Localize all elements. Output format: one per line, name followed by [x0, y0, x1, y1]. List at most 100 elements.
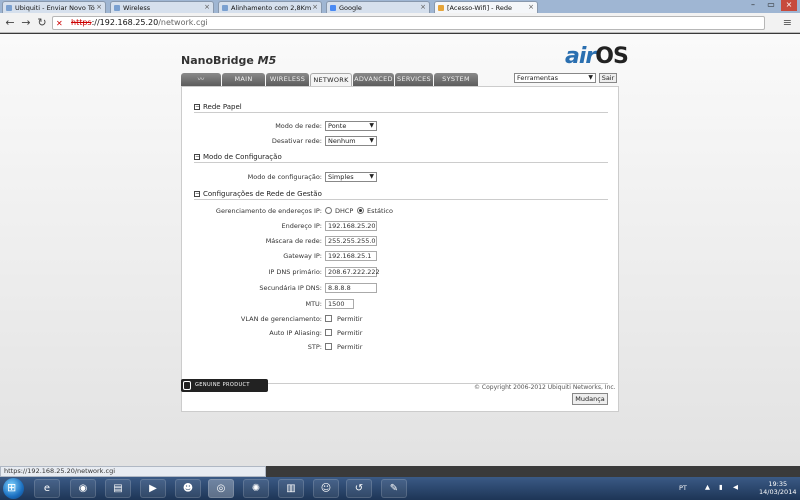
chevron-down-icon: ▼ — [369, 122, 374, 129]
start-button[interactable]: ⊞ — [3, 478, 24, 499]
tab-system[interactable]: SYSTEM — [434, 73, 478, 86]
volume-icon[interactable]: ◀ — [733, 483, 738, 491]
primary-dns-input[interactable]: 208.67.222.222 — [325, 267, 380, 277]
stp-checkbox[interactable] — [325, 343, 332, 350]
static-label: Estático — [367, 207, 393, 215]
browser-tab-ubiquiti[interactable]: Ubiquiti - Enviar Novo Tó × — [2, 1, 106, 13]
wrench-menu-icon[interactable]: ≡ — [783, 16, 792, 29]
browser-tab-strip: Ubiquiti - Enviar Novo Tó × Wireless × A… — [0, 0, 800, 13]
section-management-network[interactable]: − Configurações de Rede de Gestão — [194, 190, 322, 198]
taskbar-photo-icon[interactable]: ☺ — [313, 479, 339, 498]
taskbar-app-icon[interactable]: ☻ — [175, 479, 201, 498]
divider — [194, 199, 608, 200]
disable-network-value: Nenhum — [328, 137, 356, 145]
ip-address-input[interactable]: 192.168.25.20 — [325, 221, 377, 231]
auto-ip-aliasing-checkbox[interactable] — [325, 329, 332, 336]
tab-ubiquiti-logo[interactable]: 〰 — [181, 73, 221, 86]
disable-network-select[interactable]: Nenhum ▼ — [325, 136, 377, 146]
device-model: M5 — [257, 54, 277, 67]
close-window-icon[interactable]: × — [781, 0, 797, 11]
collapse-icon[interactable]: − — [194, 191, 200, 197]
divider — [194, 162, 608, 163]
close-tab-icon[interactable]: × — [420, 3, 426, 11]
vlan-permit-label: Permitir — [337, 315, 363, 323]
close-tab-icon[interactable]: × — [96, 3, 102, 11]
tab-advanced[interactable]: ADVANCED — [353, 73, 394, 86]
gateway-input[interactable]: 192.168.25.1 — [325, 251, 377, 261]
browser-tab-google[interactable]: Google × — [326, 1, 430, 13]
secondary-dns-input[interactable]: 8.8.8.8 — [325, 283, 377, 293]
section-network-role[interactable]: − Rede Papel — [194, 103, 242, 111]
tools-select-value: Ferramentas — [517, 74, 558, 82]
logout-button[interactable]: Sair — [599, 73, 617, 83]
close-tab-icon[interactable]: × — [312, 3, 318, 11]
taskbar-sync-icon[interactable]: ↺ — [346, 479, 372, 498]
collapse-icon[interactable]: − — [194, 104, 200, 110]
network-settings-panel: − Rede Papel Modo de rede: Ponte ▼ Desativ… — [181, 86, 619, 412]
section-title: Rede Papel — [203, 103, 242, 111]
taskbar-ie-icon[interactable]: e — [34, 479, 60, 498]
netmask-input[interactable]: 255.255.255.0 — [325, 236, 377, 246]
device-name: NanoBridge — [181, 54, 254, 67]
ip-address-label: Endereço IP: — [281, 222, 322, 230]
page-favicon-icon — [6, 5, 12, 11]
taskbar-tool-icon[interactable]: ✎ — [381, 479, 407, 498]
network-mode-value: Ponte — [328, 122, 347, 130]
taskbar-chrome-icon[interactable]: ◎ — [208, 479, 234, 498]
vlan-management-label: VLAN de gerenciamento: — [240, 315, 322, 323]
maximize-icon[interactable]: ▭ — [763, 0, 779, 11]
ip-management-label: Gerenciamento de endereços IP: — [215, 207, 322, 215]
close-tab-icon[interactable]: × — [204, 3, 210, 11]
chevron-down-icon: ▼ — [369, 137, 374, 144]
close-tab-icon[interactable]: × — [528, 3, 534, 11]
static-radio[interactable] — [357, 207, 364, 214]
apply-change-button[interactable]: Mudança — [572, 393, 608, 405]
ubiquiti-logo-icon: 〰 — [197, 75, 205, 83]
device-brand: NanoBridge M5 — [181, 54, 276, 67]
browser-tab-rede[interactable]: [Acesso-Wifi] - Rede × — [434, 1, 538, 13]
clock[interactable]: 19:35 14/03/2014 — [759, 480, 796, 496]
taskbar-firefox-icon[interactable]: ✺ — [243, 479, 269, 498]
logo-air: air — [565, 44, 596, 69]
logo-os: OS — [595, 44, 629, 69]
tools-select[interactable]: Ferramentas ▼ — [514, 73, 596, 83]
secondary-dns-label: Secundária IP DNS: — [259, 284, 322, 292]
tab-network[interactable]: NETWORK — [310, 73, 352, 86]
collapse-icon[interactable]: − — [194, 154, 200, 160]
config-mode-select[interactable]: Simples ▼ — [325, 172, 377, 182]
page-content: NanoBridge M5 airOS 〰 MAIN WIRELESS NETW… — [0, 34, 800, 466]
reload-icon[interactable]: ↻ — [36, 16, 48, 29]
taskbar-player-icon[interactable]: ▶ — [140, 479, 166, 498]
chevron-down-icon: ▼ — [588, 74, 593, 81]
browser-tab-wireless[interactable]: Wireless × — [110, 1, 214, 13]
mtu-input[interactable]: 1500 — [325, 299, 354, 309]
forward-icon[interactable]: → — [20, 16, 32, 29]
stp-permit-label: Permitir — [337, 343, 363, 351]
network-mode-select[interactable]: Ponte ▼ — [325, 121, 377, 131]
dhcp-radio[interactable] — [325, 207, 332, 214]
section-config-mode[interactable]: − Modo de Configuração — [194, 153, 282, 161]
netmask-label: Máscara de rede: — [265, 237, 322, 245]
disable-network-label: Desativar rede: — [271, 137, 322, 145]
tab-wireless[interactable]: WIRELESS — [266, 73, 309, 86]
minimize-icon[interactable]: – — [745, 0, 761, 11]
back-icon[interactable]: ← — [4, 16, 16, 29]
dhcp-label: DHCP — [335, 207, 354, 215]
language-indicator[interactable]: PT — [679, 484, 687, 492]
url-scheme: https — [71, 18, 92, 27]
tab-main[interactable]: MAIN — [222, 73, 265, 86]
tab-services[interactable]: SERVICES — [395, 73, 433, 86]
taskbar-media-icon[interactable]: ◉ — [70, 479, 96, 498]
clock-time: 19:35 — [768, 480, 788, 488]
taskbar-explorer-icon[interactable]: ▤ — [105, 479, 131, 498]
vlan-management-checkbox[interactable] — [325, 315, 332, 322]
address-bar[interactable]: ✕ https://192.168.25.20/network.cgi — [52, 16, 765, 30]
taskbar-chart-icon[interactable]: ▥ — [278, 479, 304, 498]
url-path: /network.cgi — [158, 18, 208, 27]
browser-tab-alinhamento[interactable]: Alinhamento com 2,8Km × — [218, 1, 322, 13]
mtu-label: MTU: — [305, 300, 322, 308]
tray-arrow-icon[interactable]: ▲ — [705, 483, 710, 491]
config-mode-value: Simples — [328, 173, 354, 181]
network-icon[interactable]: ▮ — [719, 483, 723, 491]
section-title: Configurações de Rede de Gestão — [203, 190, 322, 198]
